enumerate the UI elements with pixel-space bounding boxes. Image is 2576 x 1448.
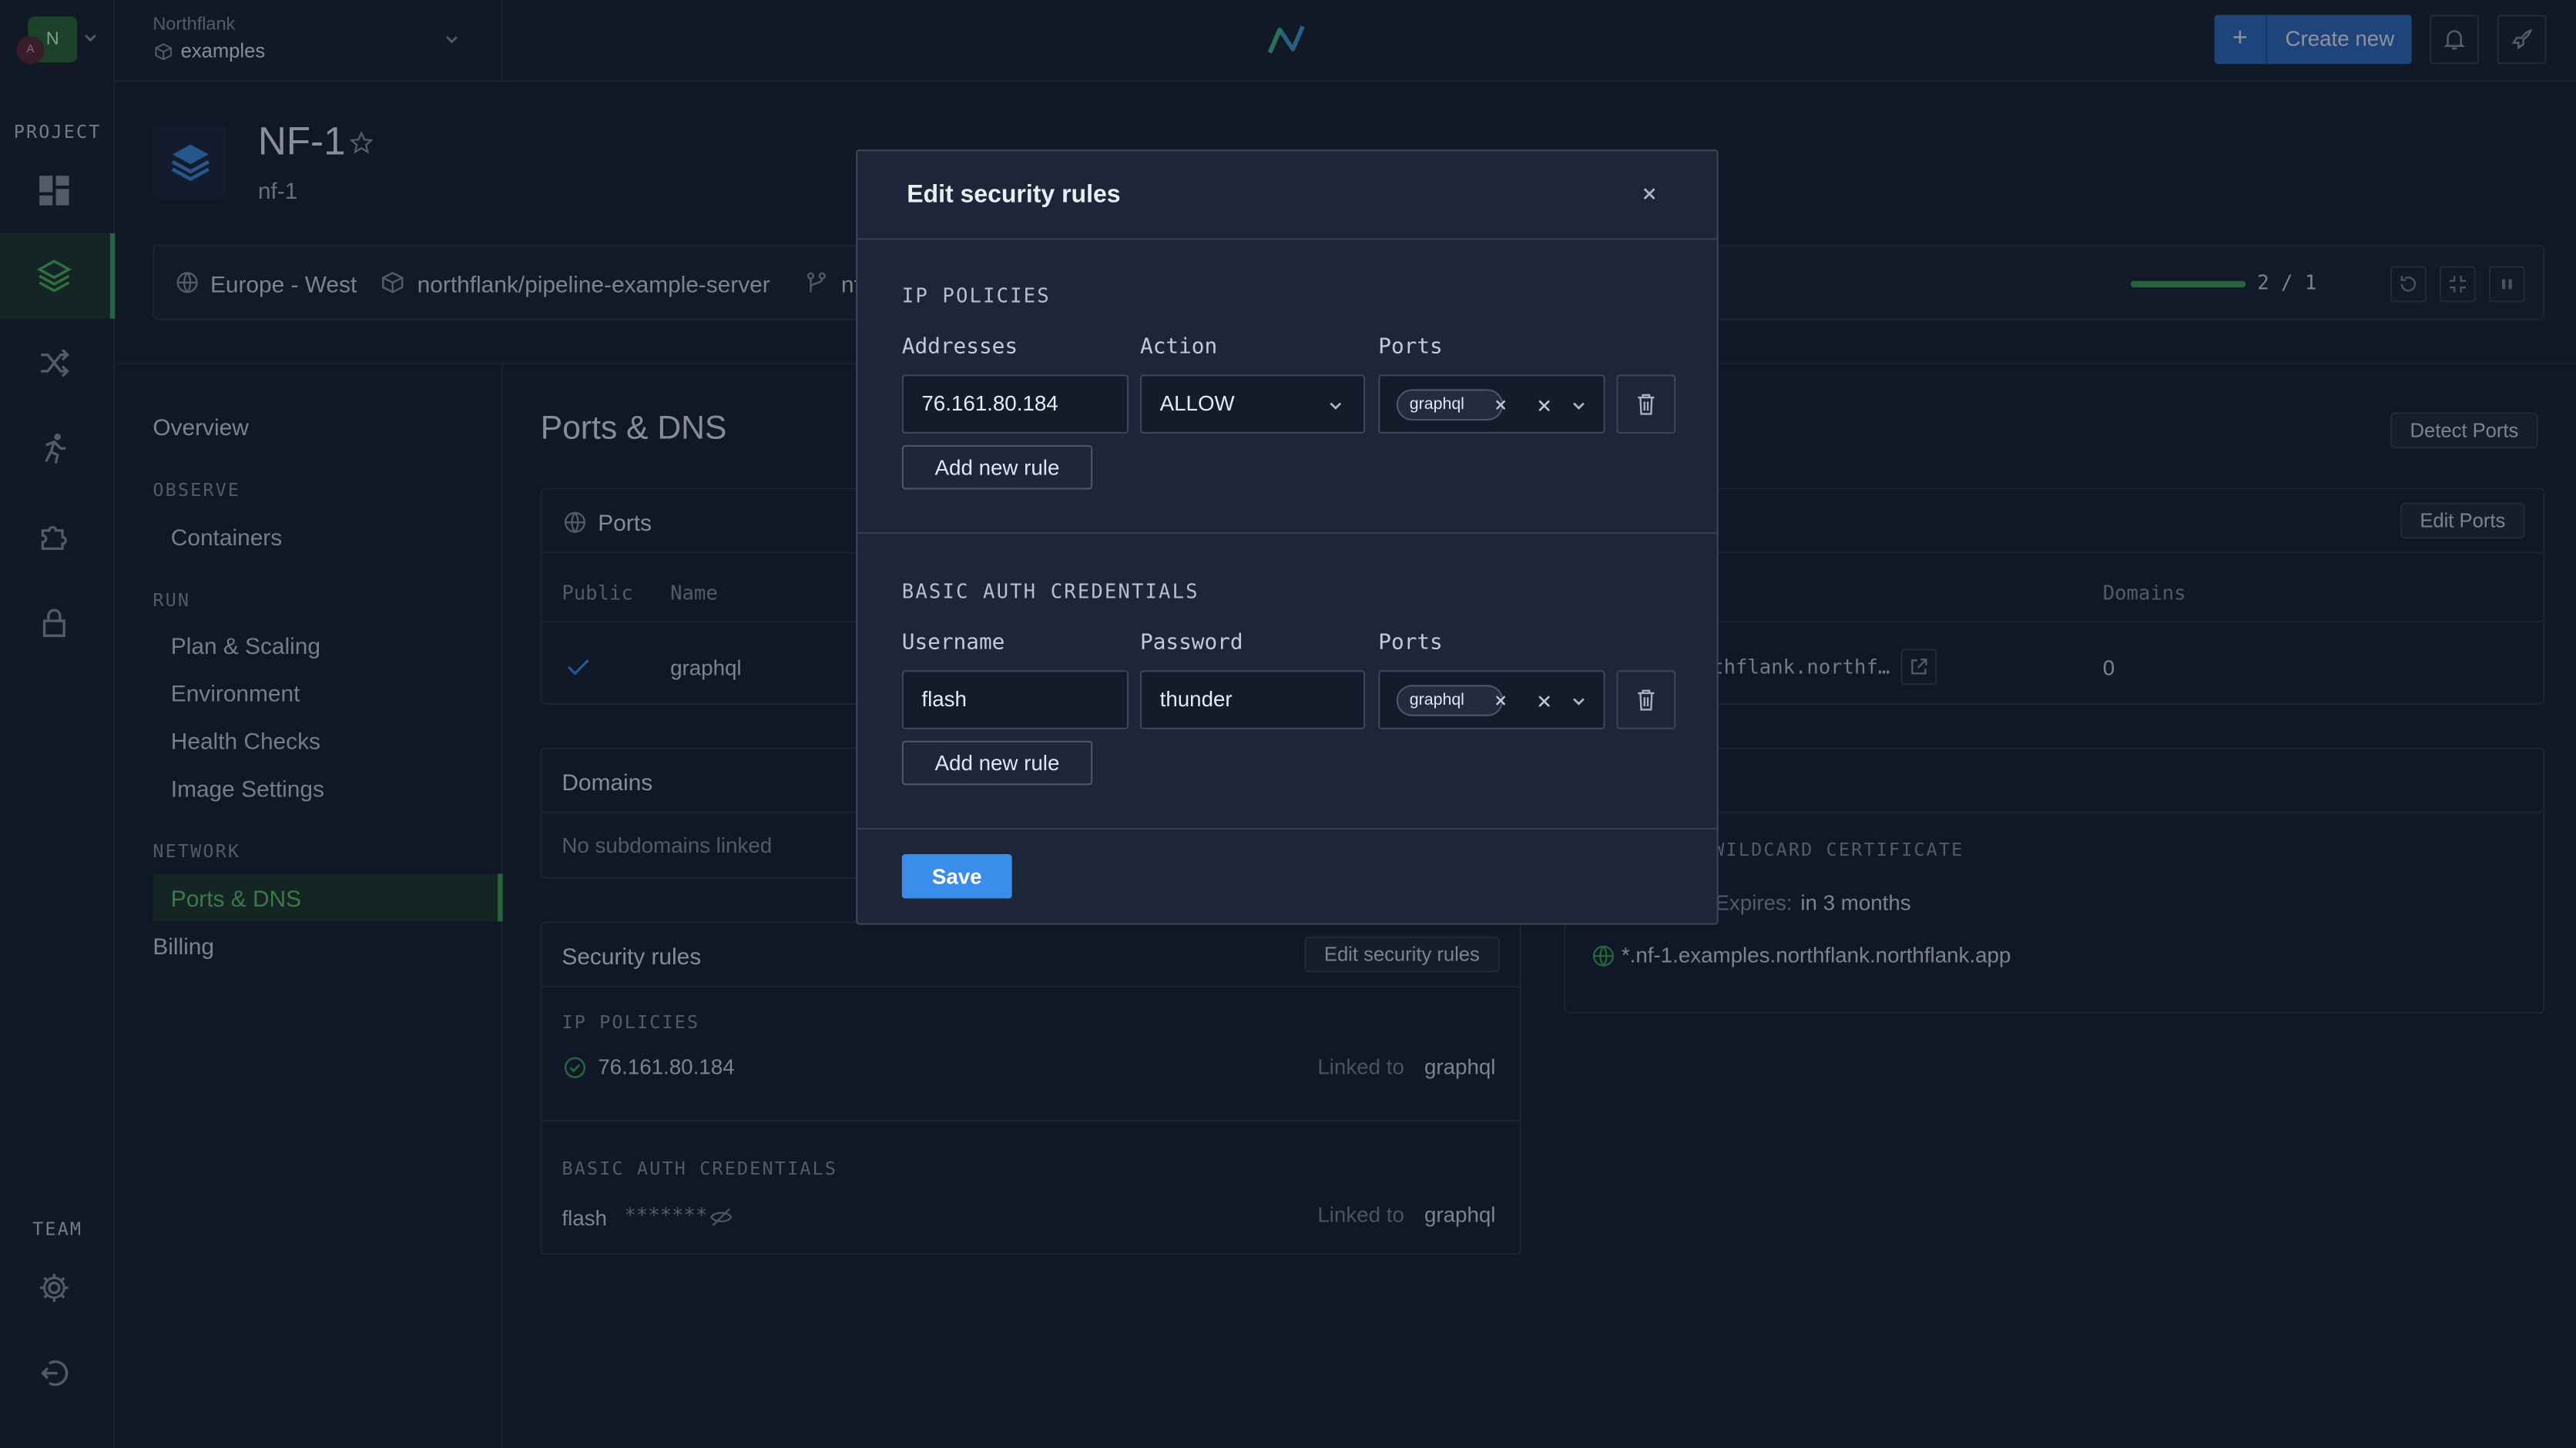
port-chip: graphql [1396, 389, 1506, 421]
save-button[interactable]: Save [901, 853, 1012, 899]
divider [857, 531, 1717, 535]
label-password: Password [1140, 630, 1243, 655]
ip-address-input[interactable]: 76.161.80.184 [901, 374, 1129, 434]
divider [857, 827, 1717, 830]
username-input[interactable]: flash [901, 670, 1129, 729]
label-ports: Ports [1378, 630, 1443, 655]
port-chip-label: graphql [1409, 395, 1464, 414]
trash-icon [1638, 394, 1655, 415]
clear-icon[interactable] [1536, 693, 1552, 709]
delete-auth-rule-button[interactable] [1616, 670, 1676, 729]
ports-multiselect[interactable]: graphql [1378, 374, 1605, 434]
trash-icon [1638, 689, 1655, 711]
port-chip-label: graphql [1409, 691, 1464, 710]
modal-auth-section: BASIC AUTH CREDENTIALS [901, 579, 1199, 603]
chevron-down-icon[interactable] [1571, 693, 1587, 709]
action-select[interactable]: ALLOW [1140, 374, 1366, 434]
chip-remove-icon[interactable] [1494, 397, 1508, 412]
label-addresses: Addresses [901, 335, 1018, 360]
close-icon[interactable] [1639, 184, 1659, 204]
auth-ports-multiselect[interactable]: graphql [1378, 670, 1605, 729]
label-action: Action [1140, 335, 1218, 360]
add-ip-rule-button[interactable]: Add new rule [901, 444, 1093, 490]
label-ports: Ports [1378, 335, 1443, 360]
password-input[interactable]: thunder [1140, 670, 1366, 729]
action-select-value: ALLOW [1159, 390, 1235, 416]
clear-icon[interactable] [1536, 397, 1552, 414]
add-auth-rule-button[interactable]: Add new rule [901, 740, 1093, 786]
modal-title: Edit security rules [907, 180, 1121, 209]
chevron-down-icon [1327, 397, 1343, 414]
label-username: Username [901, 630, 1005, 655]
modal-ip-section: IP POLICIES [901, 283, 1051, 307]
port-chip: graphql [1396, 685, 1506, 716]
chevron-down-icon[interactable] [1571, 397, 1587, 414]
edit-security-rules-modal: Edit security rules IP POLICIES Addresse… [856, 149, 1719, 925]
delete-rule-button[interactable] [1616, 374, 1676, 434]
divider [857, 238, 1717, 240]
chip-remove-icon[interactable] [1494, 693, 1508, 708]
